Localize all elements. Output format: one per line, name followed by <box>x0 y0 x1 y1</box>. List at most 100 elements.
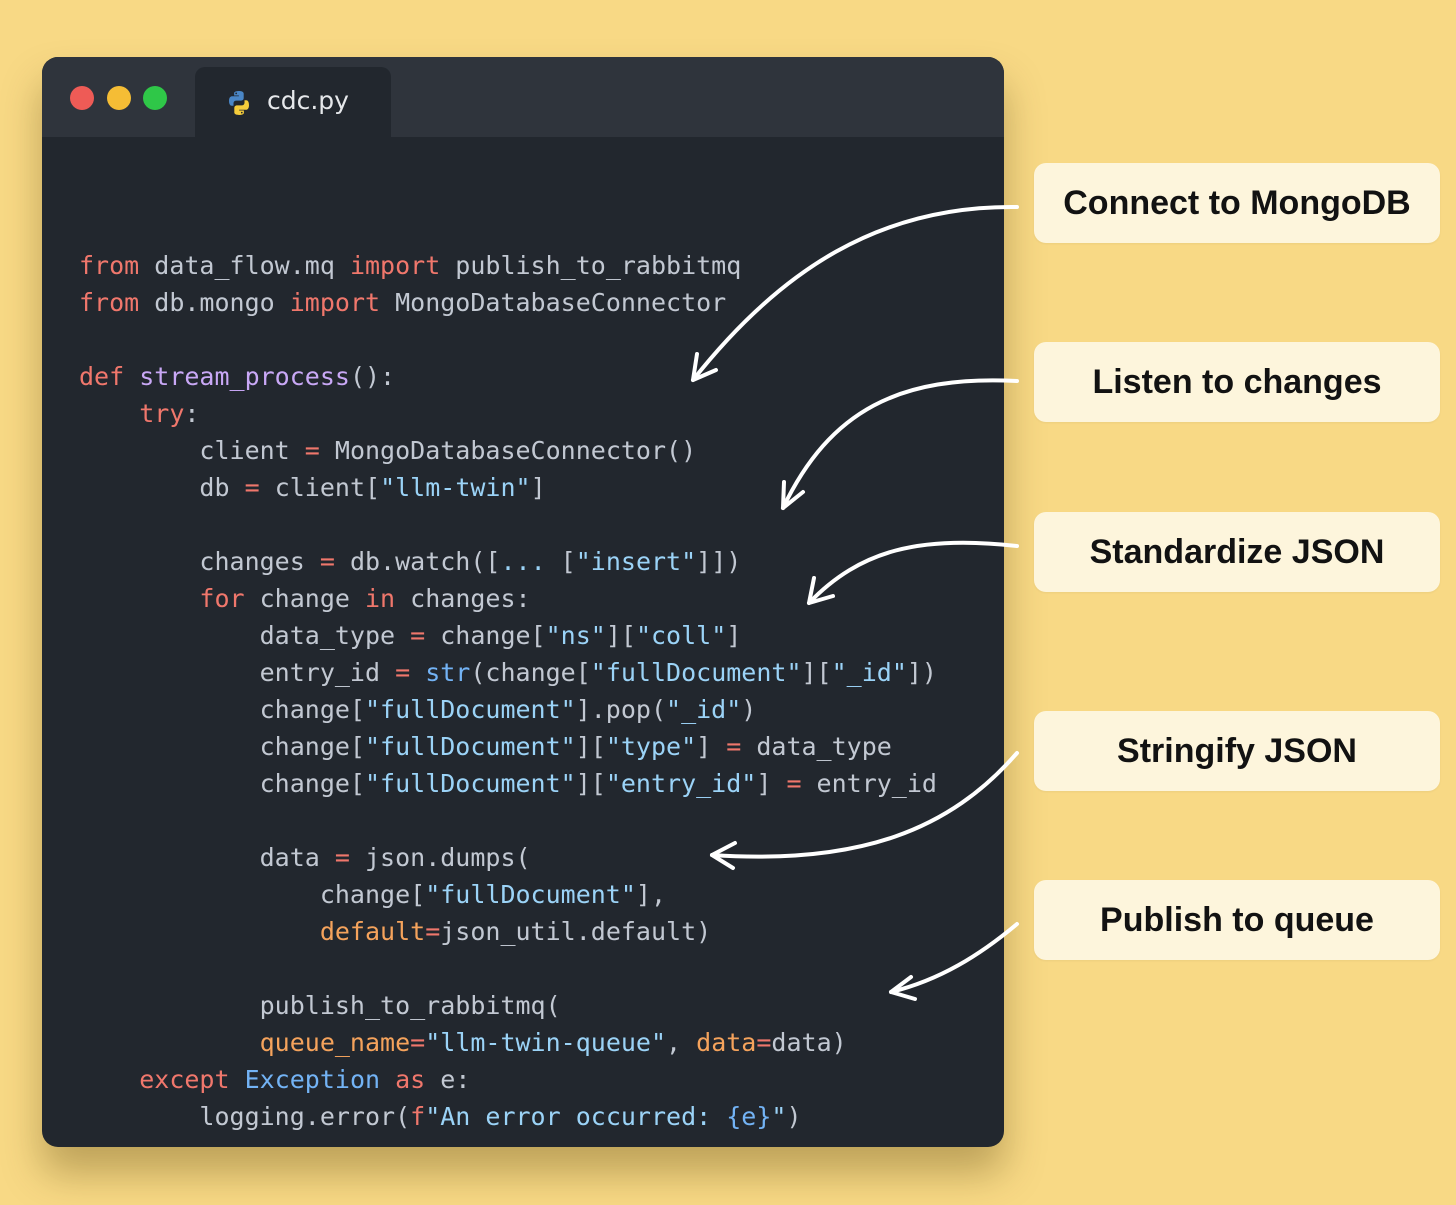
code-line: publish_to_rabbitmq( <box>79 987 989 1024</box>
code-token: data_flow.mq <box>139 251 350 280</box>
code-token: client <box>79 436 305 465</box>
code-token: change <box>244 584 365 613</box>
code-token: try <box>139 399 185 428</box>
code-token: "_id" <box>666 695 742 724</box>
code-token: = <box>304 436 320 465</box>
code-token: = <box>334 843 350 872</box>
code-token: e: <box>425 1065 471 1094</box>
code-token: = <box>425 917 441 946</box>
code-line: default=json_util.default) <box>79 913 989 950</box>
code-line: data = json.dumps( <box>79 839 989 876</box>
callout-listen: Listen to changes <box>1034 342 1440 422</box>
code-token: from <box>79 251 140 280</box>
code-token: publish_to_rabbitmq <box>440 251 742 280</box>
code-token: import <box>349 251 441 280</box>
code-token: as <box>395 1065 426 1094</box>
code-token: entry_id <box>801 769 937 798</box>
code-area[interactable]: from data_flow.mq import publish_to_rabb… <box>79 210 989 1135</box>
code-token: "fullDocument" <box>364 695 576 724</box>
code-token: ... <box>500 547 546 576</box>
code-line: db = client["llm-twin"] <box>79 469 989 506</box>
code-token: = <box>726 732 742 761</box>
code-token: (): <box>349 362 396 391</box>
code-editor-window: cdc.py from data_flow.mq import publish_… <box>42 57 1004 1147</box>
code-token: def <box>79 362 125 391</box>
code-line: change["fullDocument"], <box>79 876 989 913</box>
code-line: for change in changes: <box>79 580 989 617</box>
code-token: "llm-twin" <box>380 473 531 502</box>
code-token: ] <box>756 769 787 798</box>
code-line: try: <box>79 395 989 432</box>
callout-label: Connect to MongoDB <box>1063 183 1411 222</box>
code-token: = <box>244 473 260 502</box>
code-token: "coll" <box>635 621 727 650</box>
code-token: : <box>184 399 200 428</box>
code-token: = <box>319 547 335 576</box>
minimize-window-button[interactable] <box>107 86 131 110</box>
callout-standardize: Standardize JSON <box>1034 512 1440 592</box>
code-token: ) <box>741 695 757 724</box>
code-token: Exception <box>244 1065 381 1094</box>
code-token: queue_name <box>259 1028 411 1057</box>
code-token: "_id" <box>831 658 907 687</box>
callout-label: Publish to queue <box>1100 900 1374 939</box>
code-token: data_type <box>741 732 892 761</box>
code-token: "fullDocument" <box>364 769 576 798</box>
code-token: ] <box>696 732 727 761</box>
maximize-window-button[interactable] <box>143 86 167 110</box>
tab-label: cdc.py <box>267 86 349 115</box>
code-token: [ <box>545 547 576 576</box>
code-token: = <box>756 1028 772 1057</box>
code-token: json.dumps( <box>349 843 531 872</box>
code-line: changes = db.watch([... ["insert"]]) <box>79 543 989 580</box>
code-token: data) <box>771 1028 847 1057</box>
code-token: ][ <box>575 732 606 761</box>
code-token: from <box>79 288 140 317</box>
code-line: except Exception as e: <box>79 1061 989 1098</box>
close-window-button[interactable] <box>70 86 94 110</box>
code-token: " <box>771 1102 787 1131</box>
code-line: entry_id = str(change["fullDocument"]["_… <box>79 654 989 691</box>
code-token: = <box>410 621 426 650</box>
code-line: from db.mongo import MongoDatabaseConnec… <box>79 284 989 321</box>
callout-label: Standardize JSON <box>1089 532 1385 571</box>
code-token: ][ <box>605 621 636 650</box>
code-token: {e} <box>726 1102 772 1131</box>
code-token: "insert" <box>575 547 697 576</box>
code-line: logging.error(f"An error occurred: {e}") <box>79 1098 989 1135</box>
code-token: "An error occurred: <box>425 1102 727 1131</box>
tab-cdc-py[interactable]: cdc.py <box>195 67 391 137</box>
code-token: change[ <box>79 732 365 761</box>
code-token: ] <box>726 621 742 650</box>
code-token: json_util.default) <box>440 917 712 946</box>
code-token: changes: <box>395 584 531 613</box>
code-token: "ns" <box>545 621 606 650</box>
code-token: change[ <box>79 769 365 798</box>
callout-stringify: Stringify JSON <box>1034 711 1440 791</box>
code-token: ], <box>635 880 667 909</box>
code-token: changes <box>79 547 320 576</box>
code-token: "entry_id" <box>605 769 757 798</box>
code-token: change[ <box>425 621 546 650</box>
code-token: change[ <box>79 880 426 909</box>
code-token: data <box>79 843 335 872</box>
callout-publish: Publish to queue <box>1034 880 1440 960</box>
code-token: db.mongo <box>139 288 290 317</box>
code-token: ][ <box>801 658 832 687</box>
code-token: entry_id <box>79 658 396 687</box>
code-token: = <box>786 769 802 798</box>
code-token: ]) <box>906 658 937 687</box>
code-token: "type" <box>605 732 697 761</box>
code-token: "llm-twin-queue" <box>425 1028 667 1057</box>
code-token: "fullDocument" <box>425 880 636 909</box>
